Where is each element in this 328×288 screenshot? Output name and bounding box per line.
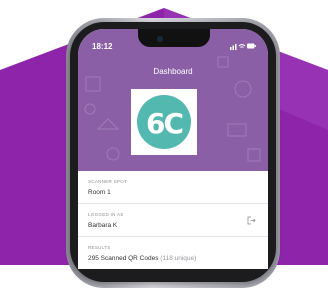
results-label: RESULTS (88, 245, 111, 250)
logged-in-label: LOGGED IN AS (88, 212, 124, 217)
status-time: 18:12 (92, 42, 113, 51)
app-screen: 18:12 Dashboard 6C SCANNER SPOT Room 1 L… (78, 29, 268, 269)
dashboard-header: 18:12 Dashboard 6C (78, 29, 268, 171)
scanned-count: 295 Scanned QR Codes (88, 255, 159, 262)
logo-text: 6C (145, 107, 184, 140)
battery-icon (247, 43, 256, 49)
logged-in-value: Barbara K (88, 222, 118, 229)
wifi-icon (238, 44, 246, 48)
logout-icon[interactable] (247, 216, 256, 225)
phone-notch (138, 29, 210, 47)
scanner-spot-label: SCANNER SPOT (88, 179, 128, 184)
event-logo: 6C (131, 89, 197, 155)
logged-in-card: LOGGED IN AS Barbara K (78, 204, 268, 237)
results-card[interactable]: RESULTS 295 Scanned QR Codes (118 unique… (78, 237, 268, 269)
scanner-spot-card[interactable]: SCANNER SPOT Room 1 (78, 171, 268, 204)
results-value: 295 Scanned QR Codes (118 unique) (88, 255, 196, 262)
unique-count: (118 unique) (160, 255, 197, 262)
signal-icon (230, 44, 237, 50)
status-icons (230, 43, 256, 50)
status-bar: 18:12 (78, 29, 268, 55)
scanner-spot-value: Room 1 (88, 189, 111, 196)
page-title: Dashboard (153, 67, 193, 76)
camera-icon (157, 36, 163, 42)
